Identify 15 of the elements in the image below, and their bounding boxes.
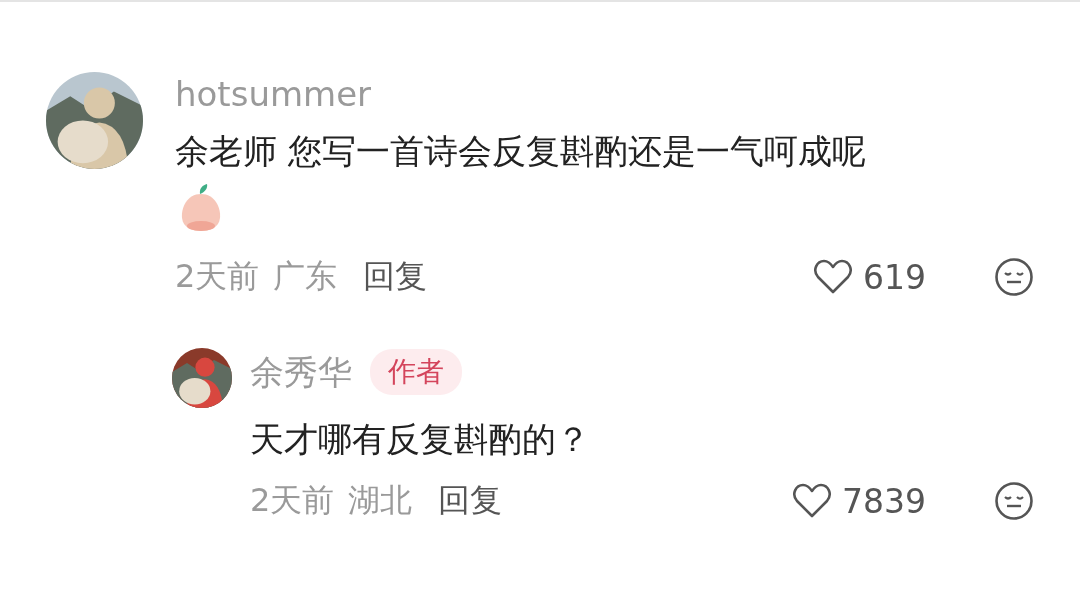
- comment-time: 2天前: [175, 256, 260, 297]
- like-count: 619: [863, 257, 926, 297]
- reply-link[interactable]: 回复: [363, 255, 428, 299]
- comment-location: 湖北: [348, 480, 413, 521]
- comment-time: 2天前: [250, 480, 335, 521]
- comment-text: 天才哪有反复斟酌的？: [250, 418, 591, 461]
- like-count: 7839: [842, 481, 926, 521]
- comment-text: 余老师 您写一首诗会反复斟酌还是一气呵成呢: [175, 130, 867, 173]
- comment-location: 广东: [273, 256, 338, 297]
- heart-icon[interactable]: [792, 483, 832, 519]
- author-badge: 作者: [370, 349, 462, 395]
- reply-link[interactable]: 回复: [438, 479, 503, 523]
- heart-icon[interactable]: [813, 259, 853, 295]
- face-icon[interactable]: [994, 481, 1034, 521]
- face-icon[interactable]: [994, 257, 1034, 297]
